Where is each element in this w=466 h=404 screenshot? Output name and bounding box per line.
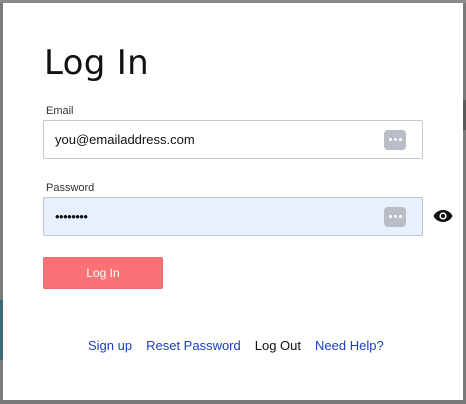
need-help-link[interactable]: Need Help? xyxy=(315,338,384,353)
email-value: you@emailaddress.com xyxy=(55,132,195,147)
login-button[interactable]: Log In xyxy=(43,257,163,289)
log-out-link[interactable]: Log Out xyxy=(255,338,301,353)
password-manager-key-icon[interactable] xyxy=(384,129,406,150)
login-dialog: Log In Email you@emailaddress.com Passwo… xyxy=(3,3,463,400)
password-field[interactable]: •••••••• xyxy=(43,197,423,236)
sign-up-link[interactable]: Sign up xyxy=(88,338,132,353)
footer-links: Sign up Reset Password Log Out Need Help… xyxy=(88,338,384,353)
password-value: •••••••• xyxy=(55,209,88,224)
eye-icon[interactable] xyxy=(433,209,453,223)
dialog-title: Log In xyxy=(44,43,149,83)
reset-password-link[interactable]: Reset Password xyxy=(146,338,241,353)
password-label: Password xyxy=(46,182,95,194)
email-label: Email xyxy=(46,105,74,117)
email-field[interactable]: you@emailaddress.com xyxy=(43,120,423,159)
password-manager-key-icon[interactable] xyxy=(384,206,406,227)
